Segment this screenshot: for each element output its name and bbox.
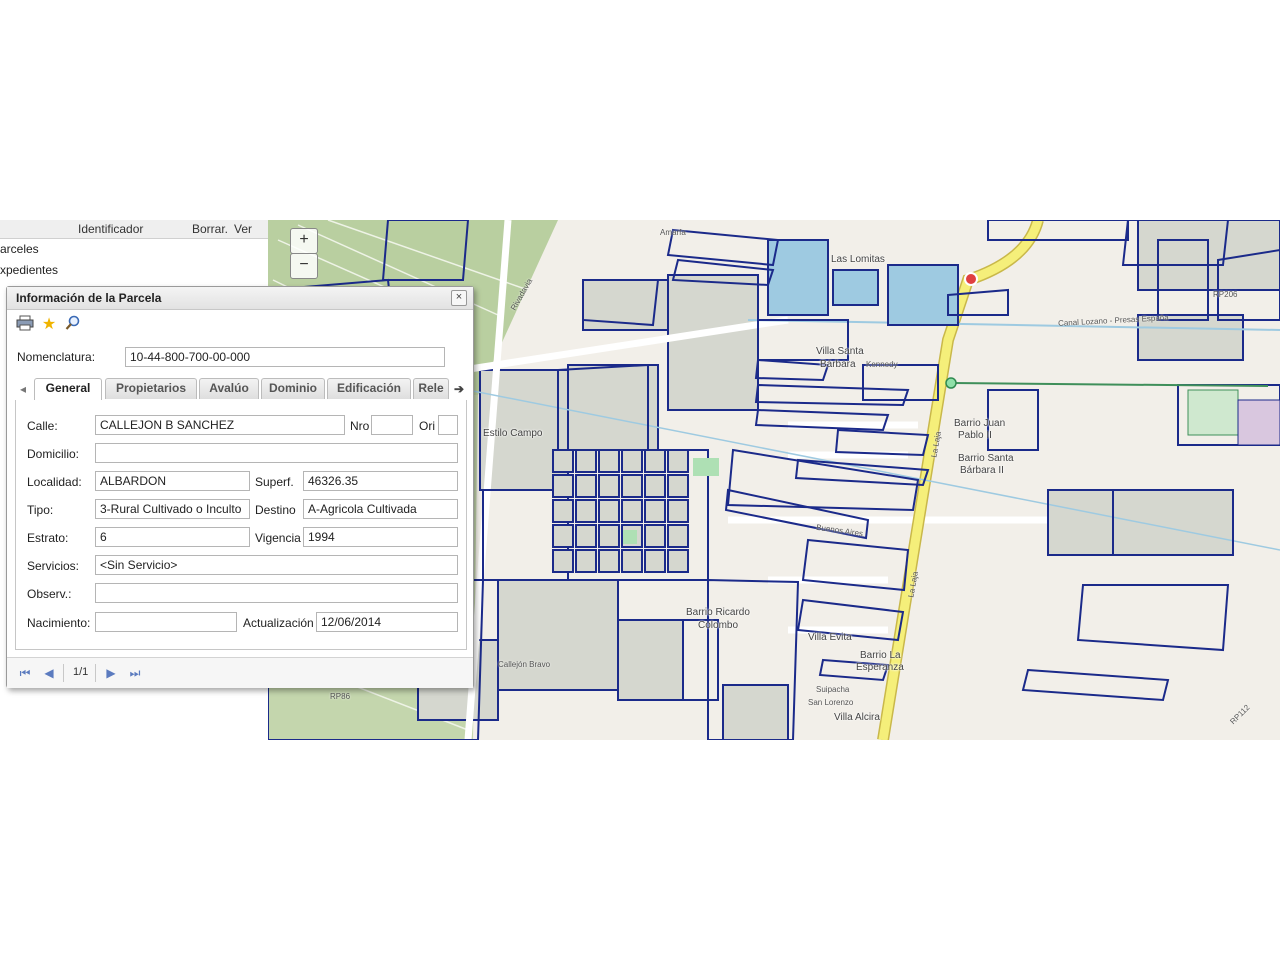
next-page-icon[interactable]: ▶ <box>103 665 119 681</box>
street-rp206: RP206 <box>1213 290 1238 299</box>
tab-general[interactable]: General <box>34 378 102 400</box>
label-villa-santa: Villa Santa <box>816 346 864 357</box>
tab-propietarios[interactable]: Propietarios <box>105 378 197 399</box>
purple-parcel <box>1237 399 1280 446</box>
servicios-label: Servicios: <box>27 559 80 573</box>
vigencia-label: Vigencia <box>255 531 301 545</box>
tipo-field[interactable]: 3-Rural Cultivado o Inculto <box>95 499 250 519</box>
calle-label: Calle: <box>27 419 58 433</box>
street-san-lorenzo: San Lorenzo <box>808 698 854 707</box>
tab-scroll-left-icon[interactable]: ◂ <box>15 380 31 398</box>
label-esperanza: Esperanza <box>856 662 904 673</box>
calle-field[interactable]: CALLEJON B SANCHEZ <box>95 415 345 435</box>
superf-label: Superf. <box>255 475 294 489</box>
pager-separator <box>63 664 64 682</box>
column-ver[interactable]: Ver <box>234 222 252 236</box>
label-barrio-ricardo: Barrio Ricardo <box>686 607 750 618</box>
label-barrio-la: Barrio La <box>860 650 901 661</box>
nacimiento-label: Nacimiento: <box>27 616 91 630</box>
page-indicator: 1/1 <box>73 666 89 678</box>
zoom-out-button[interactable]: − <box>290 253 318 279</box>
actualizacion-label: Actualización <box>243 616 314 630</box>
street-kennedy: Kennedy <box>866 360 898 369</box>
label-barrio-juan: Barrio Juan <box>954 418 1006 429</box>
list-header: Identificador Borrar. Ver <box>0 220 268 239</box>
column-borrar[interactable]: Borrar. <box>192 222 228 236</box>
ori-field[interactable] <box>438 415 458 435</box>
parcel-info-dialog[interactable]: Información de la Parcela × ★ Nomenclatu… <box>6 286 474 688</box>
nro-label: Nro <box>350 419 370 433</box>
street-callejon-bravo: Callejón Bravo <box>498 660 551 669</box>
last-page-icon[interactable]: ⏭ <box>127 665 143 681</box>
label-villa-evita: Villa Evita <box>808 632 852 643</box>
tab-scroll-right-icon[interactable]: ➔ <box>451 380 467 398</box>
domicilio-field[interactable] <box>95 443 458 463</box>
domicilio-label: Domicilio: <box>27 447 80 461</box>
label-villa-alcira: Villa Alcira <box>834 712 880 723</box>
label-estilo-campo: Estilo Campo <box>483 428 543 439</box>
nro-field[interactable] <box>371 415 413 435</box>
estrato-label: Estrato: <box>27 531 69 545</box>
observ-label: Observ.: <box>27 587 72 601</box>
tree-item-expedientes[interactable]: xpedientes <box>0 263 58 277</box>
print-icon[interactable] <box>15 315 35 335</box>
observ-field[interactable] <box>95 583 458 603</box>
servicios-field[interactable]: <Sin Servicio> <box>95 555 458 575</box>
nomenclatura-field[interactable]: 10-44-800-700-00-000 <box>125 347 445 367</box>
localidad-field[interactable]: ALBARDON <box>95 471 250 491</box>
magnifier-icon[interactable] <box>63 315 83 335</box>
label-barbara-ii: Bárbara II <box>960 465 1004 476</box>
tipo-label: Tipo: <box>27 503 54 517</box>
tab-rele[interactable]: Rele <box>413 378 449 399</box>
tree-item-parcelas[interactable]: arceles <box>0 242 39 256</box>
nomenclatura-label: Nomenclatura: <box>17 350 96 364</box>
dialog-titlebar[interactable]: Información de la Parcela × <box>7 287 473 310</box>
estrato-field[interactable]: 6 <box>95 527 250 547</box>
nacimiento-field[interactable] <box>95 612 237 632</box>
close-button[interactable]: × <box>451 290 467 306</box>
parcel-grid <box>552 449 689 573</box>
label-barbara: Bárbara <box>820 359 856 370</box>
green-marker <box>945 377 957 389</box>
prev-page-icon[interactable]: ◀ <box>41 665 57 681</box>
label-pablo-ii: Pablo II <box>958 430 992 441</box>
label-barrio-santa: Barrio Santa <box>958 453 1014 464</box>
tab-avaluo[interactable]: Avalúo <box>199 378 259 399</box>
wet-parcels <box>767 239 959 326</box>
park-small <box>623 530 637 544</box>
actualizacion-field[interactable]: 12/06/2014 <box>316 612 458 632</box>
park-plaza <box>693 458 719 476</box>
vigencia-field[interactable]: 1994 <box>303 527 458 547</box>
destino-field[interactable]: A-Agricola Cultivada <box>303 499 458 519</box>
street-rp86: RP86 <box>330 692 351 701</box>
red-marker <box>964 272 978 286</box>
tab-strip: ◂ General Propietarios Avalúo Dominio Ed… <box>15 376 467 401</box>
label-colombo: Colombo <box>698 620 739 631</box>
dialog-title: Información de la Parcela <box>16 291 162 305</box>
pager-bar: ⏮ ◀ 1/1 ▶ ⏭ <box>7 657 473 688</box>
tab-dominio[interactable]: Dominio <box>261 378 325 399</box>
first-page-icon[interactable]: ⏮ <box>17 665 33 681</box>
pager-separator <box>95 664 96 682</box>
destino-label: Destino <box>255 503 296 517</box>
street-amarfa: Amarfa <box>660 228 686 237</box>
ori-label: Ori <box>419 419 435 433</box>
column-identificador[interactable]: Identificador <box>78 222 143 236</box>
star-icon[interactable]: ★ <box>39 315 59 335</box>
zoom-in-button[interactable]: + <box>290 228 318 254</box>
street-suipacha: Suipacha <box>816 685 850 694</box>
localidad-label: Localidad: <box>27 475 82 489</box>
app-screen: Identificador Borrar. Ver arceles xpedie… <box>0 220 1280 740</box>
superf-field[interactable]: 46326.35 <box>303 471 458 491</box>
label-las-lomitas: Las Lomitas <box>831 254 885 265</box>
green-parcel <box>1187 389 1239 436</box>
tab-edificacion[interactable]: Edificación <box>327 378 411 399</box>
